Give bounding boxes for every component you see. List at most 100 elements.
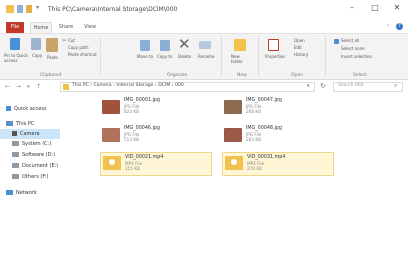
nav-document-drive[interactable]: Document (E:) <box>0 161 95 171</box>
nav-others-drive[interactable]: Others (F:) <box>0 172 95 182</box>
rename-icon[interactable] <box>199 41 211 49</box>
nav-this-pc[interactable]: This PC <box>0 119 95 129</box>
image-thumbnail <box>102 128 120 142</box>
camera-icon <box>12 131 17 136</box>
cut-button[interactable]: Cut <box>68 38 75 43</box>
network-icon <box>6 190 13 195</box>
menu-tabs: File Home Share View ⌃ ? <box>0 22 408 33</box>
star-icon <box>6 106 11 111</box>
file-name: IMG_00001.jpg <box>124 98 160 103</box>
file-item-selected[interactable]: VID_00021.mp4 MP4 File 255 KB <box>100 152 212 176</box>
quick-access-dropdown-icon[interactable]: ▾ <box>36 4 39 11</box>
title-bar: ▾ This PC\Camera\Internal Storage\DCIM\0… <box>0 0 408 22</box>
up-arrow-icon[interactable]: ↑ <box>36 83 41 90</box>
nav-label: Network <box>16 190 37 196</box>
file-item[interactable]: IMG_00001.jpg JPG File 823 KB <box>102 98 207 120</box>
file-name: VID_00021.mp4 <box>125 155 164 160</box>
ribbon-collapse-icon[interactable]: ⌃ <box>386 24 390 30</box>
recent-locations-icon[interactable]: ▾ <box>27 84 30 90</box>
file-item[interactable]: IMG_00048.jpg JPG File 283 KB <box>224 126 329 148</box>
pin-icon[interactable] <box>10 38 20 50</box>
nav-label: Others (F:) <box>22 174 49 180</box>
nav-quick-access[interactable]: Quick access <box>0 104 95 114</box>
file-name: IMG_00046.jpg <box>124 126 160 131</box>
history-button[interactable]: History <box>294 52 308 57</box>
nav-label: Document (E:) <box>22 163 59 169</box>
search-placeholder: Search 000 <box>338 83 364 88</box>
copy-path-button[interactable]: Copy path <box>68 45 89 50</box>
computer-icon <box>6 121 13 126</box>
copy-icon[interactable] <box>31 38 41 50</box>
tab-view[interactable]: View <box>80 22 100 33</box>
forward-arrow-icon[interactable]: → <box>16 83 21 90</box>
nav-label: This PC <box>16 121 35 127</box>
drive-icon <box>12 141 19 146</box>
file-size: 823 KB <box>124 109 139 114</box>
file-size: 513 KB <box>124 137 139 142</box>
new-group-label: New <box>237 73 247 78</box>
properties-icon[interactable] <box>268 39 279 51</box>
pin-to-quick-access-button[interactable]: Pin to Quick access <box>4 53 28 63</box>
copy-to-icon[interactable] <box>160 40 170 51</box>
properties-quick-icon[interactable] <box>17 5 23 13</box>
video-thumbnail <box>103 156 121 170</box>
properties-button[interactable]: Properties <box>265 54 285 59</box>
delete-icon[interactable]: ✕ <box>178 37 191 52</box>
nav-label: Camera <box>20 131 40 137</box>
refresh-icon[interactable]: ↻ <box>320 82 326 90</box>
delete-button[interactable]: Delete <box>178 54 191 59</box>
file-item[interactable]: IMG_00047.jpg JPG File 268 KB <box>224 98 329 120</box>
select-all-icon <box>334 39 339 44</box>
close-button[interactable]: ✕ <box>390 3 404 12</box>
file-item[interactable]: IMG_00046.jpg JPG File 513 KB <box>102 126 207 148</box>
new-folder-button[interactable]: New folder <box>231 54 251 64</box>
ribbon-divider <box>258 36 259 76</box>
nav-camera[interactable]: Camera <box>0 129 60 139</box>
address-dropdown-icon[interactable]: ▾ <box>307 83 310 89</box>
maximize-button[interactable]: □ <box>368 3 382 12</box>
tab-home[interactable]: Home <box>30 22 52 33</box>
invert-selection-button[interactable]: Invert selection <box>341 54 372 59</box>
move-to-icon[interactable] <box>140 40 150 51</box>
cut-icon[interactable]: ✂ <box>62 38 66 44</box>
file-size: 268 KB <box>246 109 261 114</box>
minimize-button[interactable]: – <box>345 3 359 12</box>
image-thumbnail <box>224 128 242 142</box>
image-thumbnail <box>224 100 242 114</box>
select-none-button[interactable]: Select none <box>341 46 365 51</box>
file-size: 270 KB <box>247 166 262 171</box>
nav-network[interactable]: Network <box>0 188 95 198</box>
video-thumbnail <box>225 156 243 170</box>
rename-button[interactable]: Rename <box>198 54 214 59</box>
help-icon[interactable]: ? <box>396 23 403 30</box>
move-to-button[interactable]: Move to <box>137 54 153 59</box>
paste-shortcut-button[interactable]: Paste shortcut <box>68 52 97 57</box>
ribbon-divider <box>221 36 222 76</box>
folder-icon <box>6 5 14 13</box>
edit-button[interactable]: Edit <box>294 45 302 50</box>
tab-share[interactable]: Share <box>56 22 76 33</box>
breadcrumb[interactable]: This PC › Camera › Internal Storage › DC… <box>72 83 184 88</box>
search-icon[interactable]: ⌕ <box>394 82 397 90</box>
new-folder-quick-icon[interactable] <box>26 5 32 13</box>
clipboard-group-label: Clipboard <box>40 73 62 78</box>
file-item-selected[interactable]: VID_00031.mp4 MP4 File 270 KB <box>222 152 334 176</box>
play-icon <box>231 159 237 165</box>
nav-software-drive[interactable]: Software (D:) <box>0 150 95 160</box>
select-group-label: Select <box>353 73 367 78</box>
window-title: This PC\Camera\Internal Storage\DCIM\000 <box>48 6 178 13</box>
nav-label: Software (D:) <box>22 152 56 158</box>
new-folder-icon[interactable] <box>234 39 246 51</box>
tab-file[interactable]: File <box>6 22 24 33</box>
open-button[interactable]: Open <box>294 38 305 43</box>
back-arrow-icon[interactable]: ← <box>5 83 10 90</box>
drive-icon <box>12 174 19 179</box>
select-all-button[interactable]: Select all <box>341 38 359 43</box>
nav-system-drive[interactable]: System (C:) <box>0 139 95 149</box>
paste-button[interactable]: Paste <box>47 55 58 60</box>
file-list <box>96 94 408 276</box>
copy-button[interactable]: Copy <box>32 53 42 58</box>
paste-icon[interactable] <box>46 38 58 52</box>
ribbon-divider <box>325 36 326 76</box>
copy-to-button[interactable]: Copy to <box>157 54 172 59</box>
